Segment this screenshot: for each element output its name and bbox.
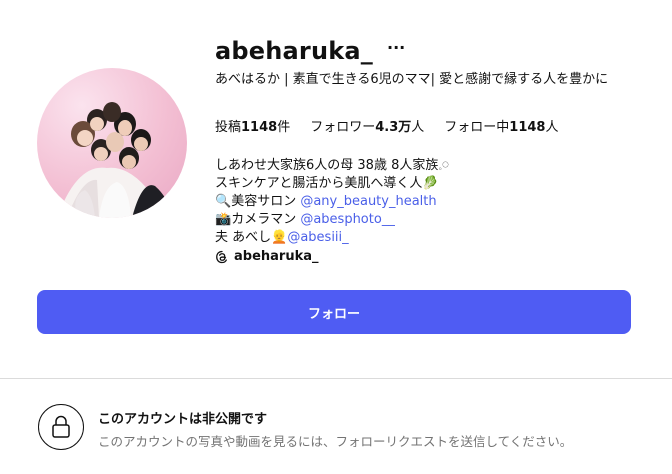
profile-avatar[interactable] <box>37 68 187 218</box>
private-account-title: このアカウントは非公開です <box>98 412 268 427</box>
husband-link[interactable]: @abesiii_ <box>287 230 348 245</box>
private-account-description: このアカウントの写真や動画を見るには、フォローリクエストを送信してください。 <box>98 434 573 449</box>
lock-icon-circle <box>38 404 84 450</box>
family-photo <box>57 102 172 218</box>
threads-handle: abeharuka_ <box>234 249 319 264</box>
photographer-link[interactable]: @abesphoto__ <box>300 212 395 227</box>
threads-link[interactable]: abeharuka_ <box>215 249 319 264</box>
person-icon: 👱 <box>271 230 288 245</box>
bio-line: しあわせ大家族6人の母 38歳 8人家族𓈒𓏸 <box>215 158 449 173</box>
profile-bio: しあわせ大家族6人の母 38歳 8人家族𓈒𓏸 スキンケアと腸活から美肌へ導く人🥬… <box>215 157 449 247</box>
followers-count[interactable]: フォロワー4.3万人 <box>310 119 424 137</box>
follow-button[interactable]: フォロー <box>37 290 631 334</box>
lock-icon <box>52 415 70 438</box>
salon-link[interactable]: @any_beauty_health <box>300 194 436 209</box>
divider <box>0 378 672 379</box>
magnifier-icon: 🔍 <box>215 194 232 209</box>
following-count[interactable]: フォロー中1148人 <box>444 119 558 137</box>
camera-icon: 📸 <box>215 212 232 227</box>
username: abeharuka_ <box>215 37 374 65</box>
bio-line-camera: 📸カメラマン @abesphoto__ <box>215 212 395 227</box>
profile-stats: 投稿1148件 フォロワー4.3万人 フォロー中1148人 <box>215 119 579 137</box>
bio-line-husband: 夫 あべし👱@abesiii_ <box>215 230 349 245</box>
full-name: あべはるか | 素直で生きる6児のママ| 愛と感謝で縁する人を豊かに <box>215 72 609 87</box>
bio-line: スキンケアと腸活から美肌へ導く人🥬 <box>215 176 439 191</box>
posts-count: 投稿1148件 <box>215 120 291 135</box>
more-options-icon[interactable]: ··· <box>387 40 405 56</box>
threads-icon <box>216 250 227 263</box>
bio-line-salon: 🔍美容サロン @any_beauty_health <box>215 194 437 209</box>
